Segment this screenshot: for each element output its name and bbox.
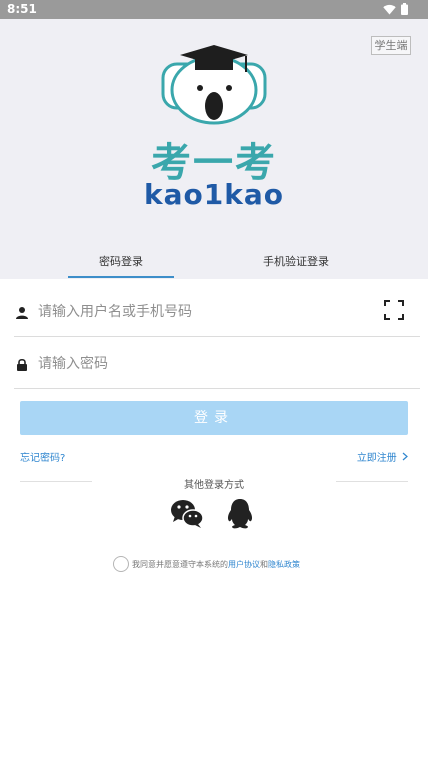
user-icon (16, 307, 28, 319)
qq-icon[interactable] (225, 498, 255, 530)
username-field-row (14, 287, 420, 337)
active-tab-indicator (68, 276, 174, 278)
scan-qr-icon[interactable] (384, 300, 404, 320)
status-bar: 8:51 (0, 0, 428, 19)
wifi-icon (383, 4, 396, 14)
tab-sms-login[interactable]: 手机验证登录 (228, 253, 364, 279)
user-agreement-link[interactable]: 用户协议 (228, 560, 260, 569)
login-button[interactable]: 登录 (20, 401, 408, 435)
status-time: 8:51 (7, 2, 37, 16)
privacy-policy-link[interactable]: 隐私政策 (268, 560, 300, 569)
lock-icon (17, 358, 27, 371)
logo-english-text: kao1kao (144, 178, 284, 211)
register-link-label: 立即注册 (356, 453, 397, 464)
forgot-password-link[interactable]: 忘记密码? (20, 449, 65, 464)
password-input[interactable] (38, 351, 368, 377)
password-field-row (14, 339, 420, 389)
chevron-right-icon (402, 452, 408, 461)
agreement-and: 和 (260, 559, 268, 569)
wechat-icon[interactable] (170, 499, 204, 529)
other-login-methods-label: 其他登录方式 (184, 480, 244, 491)
register-link[interactable]: 立即注册 (357, 449, 408, 464)
status-icons (383, 3, 408, 15)
agreement-prefix: 我同意并愿意遵守本系统的 (132, 559, 228, 569)
agreement-checkbox[interactable] (113, 556, 129, 572)
username-input[interactable] (38, 299, 368, 325)
agreement-text: 我同意并愿意遵守本系统的用户协议和隐私政策 (132, 559, 300, 570)
battery-icon (401, 3, 408, 15)
agreement-row: 我同意并愿意遵守本系统的用户协议和隐私政策 (113, 556, 300, 572)
